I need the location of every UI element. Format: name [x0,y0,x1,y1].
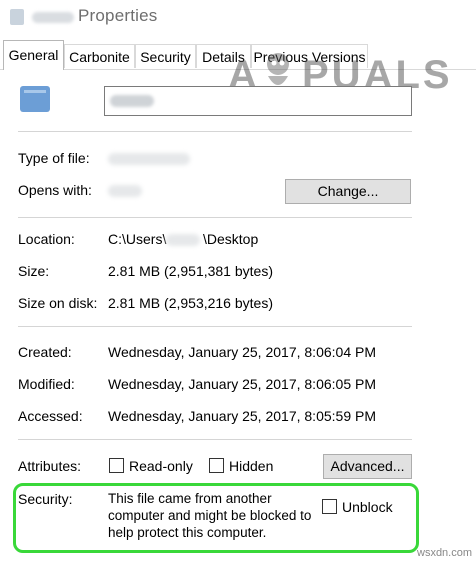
tab-carbonite[interactable]: Carbonite [64,44,135,68]
modified-value: Wednesday, January 25, 2017, 8:06:05 PM [108,376,376,392]
location-value-suffix: \Desktop [203,231,259,247]
created-label: Created: [18,344,72,360]
divider [18,131,412,132]
attributes-label: Attributes: [18,458,82,474]
created-value: Wednesday, January 25, 2017, 8:06:04 PM [108,344,376,360]
document-icon [20,86,50,112]
accessed-label: Accessed: [18,408,83,424]
accessed-value: Wednesday, January 25, 2017, 8:05:59 PM [108,408,376,424]
hidden-checkbox[interactable] [209,458,224,473]
window-title: Properties [78,6,158,25]
opens-with-label: Opens with: [18,182,92,198]
blurred-filename-value [110,95,154,107]
blurred-filename [32,12,74,23]
tab-general[interactable]: General [3,40,64,70]
type-of-file-value [108,153,190,165]
file-icon [10,9,24,25]
hidden-label: Hidden [229,458,274,474]
readonly-checkbox[interactable] [109,458,124,473]
size-value: 2.81 MB (2,951,381 bytes) [108,263,273,279]
site-watermark: wsxdn.com [417,547,473,559]
size-on-disk-label: Size on disk: [18,295,98,311]
type-of-file-label: Type of file: [18,150,90,166]
tab-security[interactable]: Security [135,44,196,68]
location-value: C:\Users\ [108,231,167,247]
divider [18,439,412,440]
size-on-disk-value: 2.81 MB (2,953,216 bytes) [108,295,273,311]
readonly-label: Read-only [129,458,193,474]
blurred-username [166,234,200,246]
security-highlight [13,483,419,553]
modified-label: Modified: [18,376,75,392]
divider [18,217,412,218]
advanced-button[interactable]: Advanced... [323,454,412,479]
divider [18,326,412,327]
size-label: Size: [18,263,50,279]
change-button[interactable]: Change... [285,179,411,204]
opens-with-value [108,185,142,197]
location-label: Location: [18,231,75,247]
